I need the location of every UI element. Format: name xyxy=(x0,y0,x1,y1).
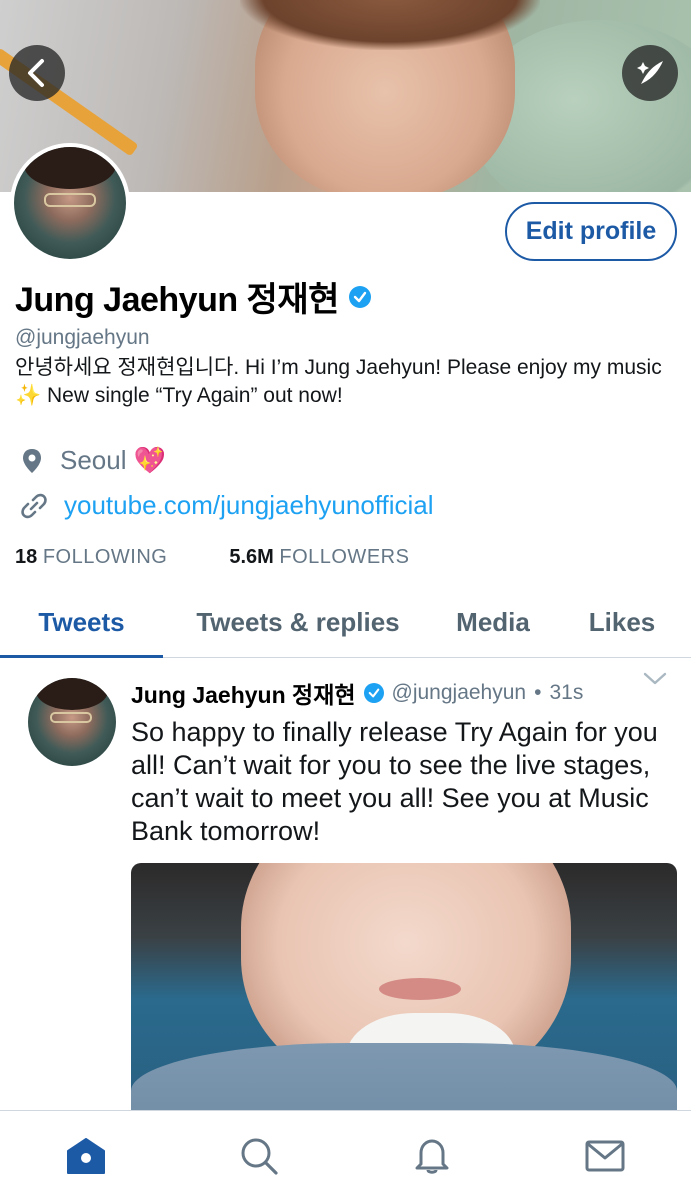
following-label: FOLLOWING xyxy=(42,546,168,568)
tweet-author-avatar[interactable] xyxy=(28,678,116,766)
home-icon xyxy=(67,1137,106,1174)
followers-stat[interactable]: 5.6M FOLLOWERS xyxy=(229,546,409,569)
notifications-bell-icon xyxy=(415,1139,449,1174)
profile-tabs: Tweets Tweets & replies Media Likes xyxy=(0,588,691,658)
avatar-image xyxy=(14,147,126,259)
back-button[interactable] xyxy=(9,45,65,101)
following-stat[interactable]: 18 FOLLOWING xyxy=(15,546,167,569)
tweet-photo[interactable] xyxy=(131,863,677,1111)
tweet-author-handle[interactable]: @jungjaehyun xyxy=(392,681,527,705)
location-text: Seoul 💖 xyxy=(60,445,167,475)
tab-likes[interactable]: Likes xyxy=(553,588,691,657)
tweet-header: Jung Jaehyun 정재현 @jungjaehyun • 31s xyxy=(131,676,583,710)
location-row: Seoul 💖 xyxy=(20,445,166,476)
followers-label: FOLLOWERS xyxy=(279,546,410,568)
avatar-hair xyxy=(24,147,116,189)
edit-profile-button[interactable]: Edit profile xyxy=(505,202,677,261)
tweet-author-name[interactable]: Jung Jaehyun 정재현 xyxy=(131,676,356,710)
verified-badge-icon xyxy=(363,683,384,703)
chevron-down-icon xyxy=(643,672,667,685)
profile-bio: 안녕하세요 정재현입니다. Hi I’m Jung Jaehyun! Pleas… xyxy=(15,356,662,407)
chevron-left-icon xyxy=(28,59,44,87)
website-row: youtube.com/jungjaehyunofficial xyxy=(20,490,434,521)
tab-media[interactable]: Media xyxy=(433,588,553,657)
tweet-text: So happy to finally release Try Again fo… xyxy=(131,717,658,846)
tweet-separator: • xyxy=(534,681,542,704)
followers-count: 5.6M xyxy=(229,546,274,568)
search-icon xyxy=(241,1138,278,1175)
nav-messages[interactable] xyxy=(575,1126,635,1186)
verified-badge-icon xyxy=(348,285,371,308)
location-pin-icon xyxy=(23,448,41,473)
nav-home[interactable] xyxy=(56,1126,116,1186)
photo-lips xyxy=(379,978,461,1000)
photo-jacket xyxy=(131,1043,677,1111)
profile-name-row: Jung Jaehyun 정재현 xyxy=(15,272,371,321)
link-icon xyxy=(21,493,47,518)
compose-tweet-icon xyxy=(637,61,663,84)
profile-name: Jung Jaehyun 정재현 xyxy=(15,281,339,319)
nav-search[interactable] xyxy=(229,1126,289,1186)
tab-tweets[interactable]: Tweets xyxy=(0,588,163,658)
bottom-navigation xyxy=(0,1110,691,1200)
tweet-menu-button[interactable] xyxy=(642,670,668,693)
compose-tweet-button[interactable] xyxy=(622,45,678,101)
tweet-avatar-glasses xyxy=(50,712,92,723)
following-count: 18 xyxy=(15,546,38,568)
tab-tweets-and-replies[interactable]: Tweets & replies xyxy=(163,588,433,657)
tweet-timestamp: 31s xyxy=(549,681,584,704)
nav-notifications[interactable] xyxy=(402,1126,462,1186)
tweet-avatar-hair xyxy=(36,678,108,710)
avatar-glasses xyxy=(44,193,96,207)
profile-avatar[interactable] xyxy=(10,143,130,263)
website-link[interactable]: youtube.com/jungjaehyunofficial xyxy=(64,490,434,521)
follow-stats: 18 FOLLOWING 5.6M FOLLOWERS xyxy=(15,546,409,569)
profile-handle: @jungjaehyun xyxy=(15,326,150,349)
messages-envelope-icon xyxy=(585,1140,625,1171)
